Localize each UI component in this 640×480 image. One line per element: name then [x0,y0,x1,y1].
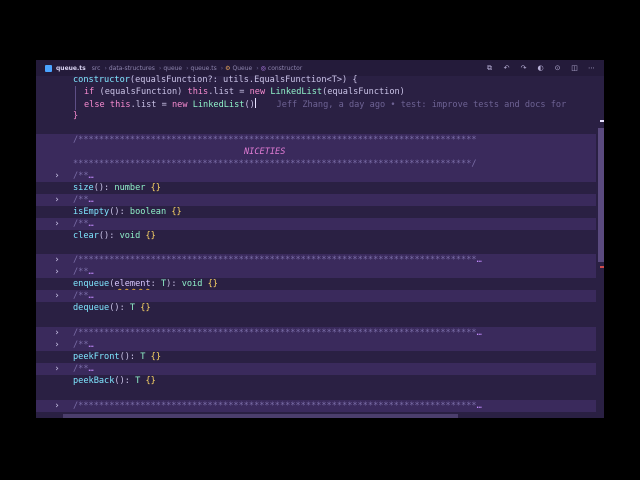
code-line-size: size(): number {} [73,183,161,193]
code-line-stars-top: /***************************************… [36,134,596,146]
code-line-enqueue: enqueue(element: T): void {} [73,279,218,289]
scroll-marker-cursor [600,120,604,122]
breadcrumb-src[interactable]: src [92,65,101,72]
code-line-else: else this.list = new LinkedList() Jeff Z… [36,98,596,110]
code-line-niceties: NICETIES [36,146,596,158]
code-area[interactable]: constructor(equalsFunction?: utils.Equal… [36,75,596,418]
breadcrumb-queue-ts[interactable]: queue.ts [191,65,217,72]
fold-chevron-icon[interactable]: › [53,339,61,351]
compare-changes-icon[interactable]: ⧉ [485,64,494,73]
code-line-stars-bottom: ****************************************… [36,158,596,170]
go-forward-icon[interactable]: ↷ [519,64,528,73]
tab-queue-ts[interactable]: queue.ts [56,65,86,72]
code-line-doc-peekback: › /**… [36,363,596,375]
code-line-doc-peekfront: › /**… [36,339,596,351]
code-line-stars-collapsed: › /*************************************… [36,254,596,266]
code-line-stars-collapsed-2: › /*************************************… [36,327,596,339]
code-line-peekback: peekBack(): T {} [73,376,156,386]
code-line-doc-enqueue: › /**… [36,266,596,278]
code-line-doc-clear: › /**… [36,218,596,230]
horizontal-scrollbar[interactable] [63,414,458,418]
fold-chevron-icon[interactable]: › [53,194,61,206]
breadcrumb-data-structures[interactable]: data-structures [109,65,155,72]
git-blame-annotation[interactable]: Jeff Zhang, a day ago • test: improve te… [277,100,567,110]
git-blame-icon[interactable]: ⊙ [553,64,562,73]
code-line-close-brace: } [73,111,79,121]
breadcrumb: src › data-structures › queue › queue.ts › ⚙… [91,64,303,72]
code-line-peekfront: peekFront(): T {} [73,352,161,362]
breadcrumb-class[interactable]: Queue [233,65,253,72]
class-symbol-icon: ⚙ [225,64,231,72]
scroll-marker-error [600,266,604,268]
vertical-scrollbar-thumb[interactable] [598,128,604,262]
code-line-doc-size: › /**… [36,170,596,182]
fold-chevron-icon[interactable]: › [53,363,61,375]
fold-chevron-icon[interactable]: › [53,290,61,302]
breadcrumb-method[interactable]: constructor [268,65,302,72]
code-line-isempty: isEmpty(): boolean {} [73,207,182,217]
code-line-constructor: constructor(equalsFunction?: utils.Equal… [73,75,358,85]
fold-chevron-icon[interactable]: › [53,400,61,412]
code-line-clear: clear(): void {} [73,231,156,241]
method-symbol-icon: ◎ [260,64,266,72]
fold-chevron-icon[interactable]: › [53,254,61,266]
breadcrumb-queue[interactable]: queue [163,65,182,72]
code-line-dequeue: dequeue(): T {} [73,303,151,313]
fold-chevron-icon[interactable]: › [53,170,61,182]
typescript-file-icon [45,64,52,72]
go-back-icon[interactable]: ↶ [502,64,511,73]
more-actions-icon[interactable]: ⋯ [587,64,596,73]
open-changes-icon[interactable]: ◐ [536,64,545,73]
code-line-doc-dequeue: › /**… [36,290,596,302]
fold-chevron-icon[interactable]: › [53,327,61,339]
code-line-doc-isempty: › /**… [36,194,596,206]
split-editor-icon[interactable]: ◫ [570,64,579,73]
text-cursor [254,98,256,108]
vertical-scrollbar[interactable] [596,76,604,418]
code-line-if: if (equalsFunction) this.list = new Link… [36,86,596,98]
fold-chevron-icon[interactable]: › [53,218,61,230]
code-editor[interactable]: queue.ts src › data-structures › queue › qu… [36,60,604,418]
fold-chevron-icon[interactable]: › [53,266,61,278]
code-line-stars-collapsed-3: › /*************************************… [36,400,596,412]
